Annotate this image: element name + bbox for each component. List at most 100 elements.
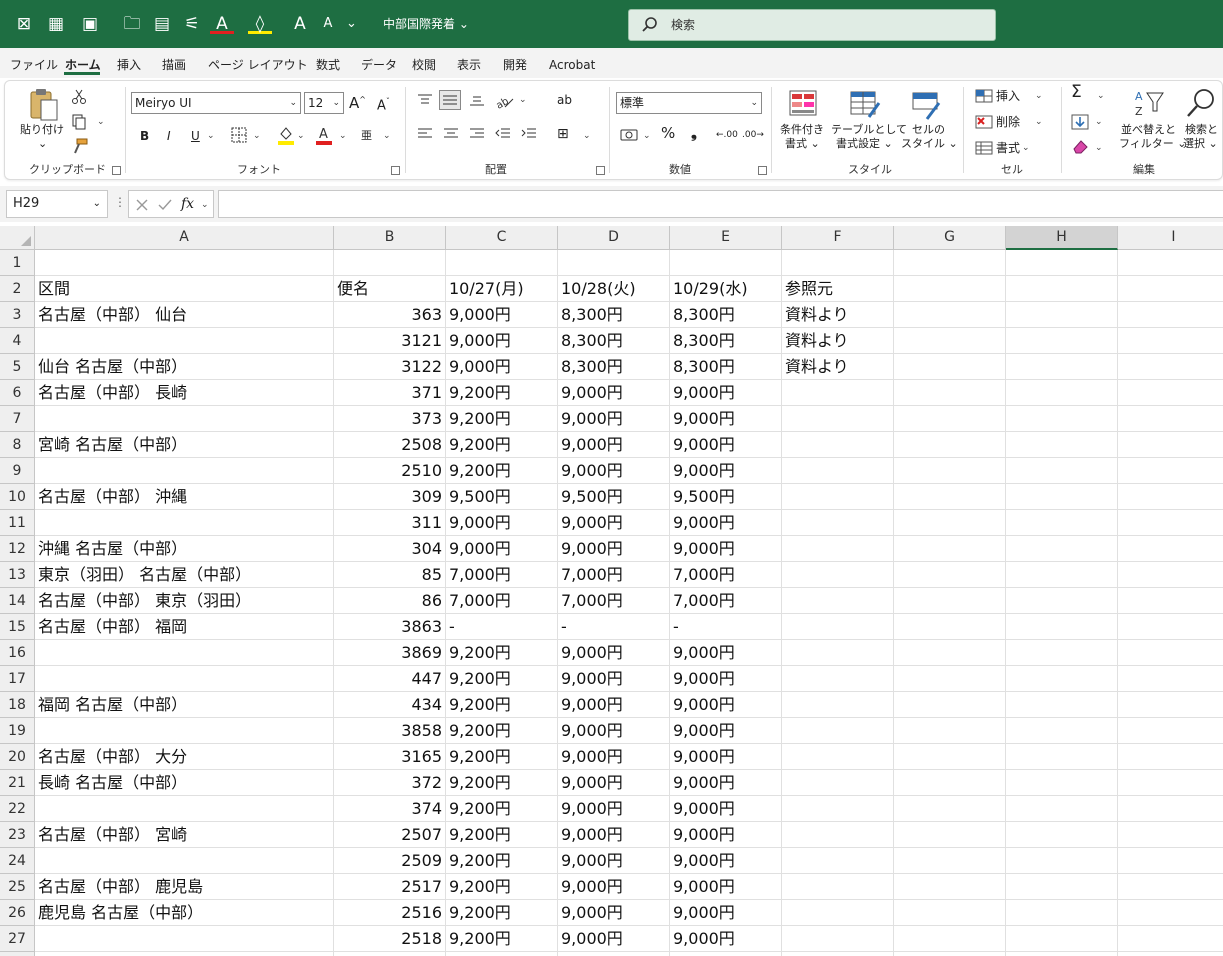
cell-c[interactable]: 9,200円 [446, 692, 558, 718]
cell-b[interactable]: 85 [334, 562, 446, 588]
row-header[interactable]: 3 [0, 302, 35, 328]
cell-h[interactable] [1006, 302, 1118, 328]
fill-icon[interactable] [1071, 114, 1089, 130]
decrease-indent-icon[interactable] [495, 127, 511, 141]
cell-i[interactable] [1118, 822, 1223, 848]
cell-e[interactable]: 9,000円 [670, 406, 782, 432]
cell-b[interactable]: 3121 [334, 328, 446, 354]
cell-f[interactable] [782, 822, 894, 848]
cell-c[interactable]: 9,200円 [446, 432, 558, 458]
cell-a[interactable]: 福岡 名古屋（中部） [35, 692, 334, 718]
cell-d[interactable]: 9,000円 [558, 406, 670, 432]
cell-b[interactable]: 309 [334, 484, 446, 510]
grow-font-button[interactable]: A^ [349, 93, 366, 111]
cell-e[interactable]: 9,000円 [670, 822, 782, 848]
cell-b[interactable]: 447 [334, 666, 446, 692]
cell-b[interactable]: 便名 [334, 276, 446, 302]
cell-g[interactable] [894, 328, 1006, 354]
cell-d[interactable]: 9,000円 [558, 718, 670, 744]
cell-d[interactable]: 9,000円 [558, 380, 670, 406]
comma-button[interactable]: ❟ [691, 126, 697, 141]
cell-a[interactable]: 区間 [35, 276, 334, 302]
cell-f[interactable] [782, 458, 894, 484]
cell-h[interactable] [1006, 406, 1118, 432]
cell-e[interactable] [670, 952, 782, 956]
italic-button[interactable]: I [167, 129, 171, 143]
border-icon[interactable] [231, 127, 247, 143]
cell-e[interactable]: 7,000円 [670, 588, 782, 614]
fill-color-icon[interactable] [277, 125, 295, 145]
sort-filter-button-line2[interactable]: フィルター ⌄ [1119, 137, 1187, 151]
row-header[interactable]: 1 [0, 250, 35, 276]
cell-f[interactable] [782, 380, 894, 406]
cell-h[interactable] [1006, 276, 1118, 302]
clear-format-icon[interactable]: ⚟ [182, 12, 202, 36]
cell-i[interactable] [1118, 848, 1223, 874]
cell-i[interactable] [1118, 484, 1223, 510]
cell-c[interactable]: 9,500円 [446, 484, 558, 510]
clipboard-launcher[interactable] [112, 166, 121, 175]
row-header[interactable]: 5 [0, 354, 35, 380]
cell-e[interactable] [670, 250, 782, 276]
cell-i[interactable] [1118, 302, 1223, 328]
cell-e[interactable]: 9,000円 [670, 848, 782, 874]
shrink-font-button[interactable]: Aˇ [377, 95, 390, 113]
cell-b[interactable]: 311 [334, 510, 446, 536]
cell-c[interactable]: 9,200円 [446, 848, 558, 874]
cell-g[interactable] [894, 614, 1006, 640]
cell-i[interactable] [1118, 588, 1223, 614]
find-select-button-line2[interactable]: 選択 ⌄ [1183, 137, 1218, 151]
tab-review[interactable]: 校閲 [412, 57, 436, 73]
cell-e[interactable]: 9,000円 [670, 510, 782, 536]
column-header-a[interactable]: A [35, 226, 334, 250]
cell-e[interactable]: 9,000円 [670, 770, 782, 796]
font-color-icon[interactable]: A [315, 125, 333, 145]
cell-b[interactable]: 373 [334, 406, 446, 432]
number-launcher[interactable] [758, 166, 767, 175]
cell-c[interactable]: 9,200円 [446, 458, 558, 484]
cell-c[interactable]: 9,200円 [446, 744, 558, 770]
insert-button[interactable]: 挿入 [996, 89, 1020, 103]
cell-f[interactable] [782, 588, 894, 614]
cell-i[interactable] [1118, 536, 1223, 562]
cell-h[interactable] [1006, 614, 1118, 640]
cell-f[interactable]: 参照元 [782, 276, 894, 302]
row-header[interactable]: 28 [0, 952, 35, 956]
cell-c[interactable]: 9,000円 [446, 302, 558, 328]
row-header[interactable]: 27 [0, 926, 35, 952]
cell-d[interactable]: 9,000円 [558, 536, 670, 562]
cell-f[interactable] [782, 770, 894, 796]
form-icon[interactable]: ▦ [46, 12, 66, 36]
cell-e[interactable]: 9,000円 [670, 874, 782, 900]
cell-f[interactable] [782, 874, 894, 900]
cell-h[interactable] [1006, 848, 1118, 874]
row-header[interactable]: 21 [0, 770, 35, 796]
copy-icon[interactable] [71, 114, 87, 130]
cell-a[interactable]: 沖縄 名古屋（中部） [35, 536, 334, 562]
row-header[interactable]: 18 [0, 692, 35, 718]
decrease-decimal-button[interactable]: .00→ [742, 128, 764, 142]
cell-d[interactable]: 8,300円 [558, 302, 670, 328]
cell-a[interactable]: 名古屋（中部） 沖縄 [35, 484, 334, 510]
clear-icon[interactable] [1071, 139, 1089, 155]
cell-a[interactable]: 名古屋（中部） 長崎 [35, 380, 334, 406]
cell-styles-button-line2[interactable]: スタイル ⌄ [901, 137, 958, 151]
cell-g[interactable] [894, 562, 1006, 588]
number-format-select[interactable]: 標準 ⌄ [616, 92, 762, 114]
cell-i[interactable] [1118, 692, 1223, 718]
cell-h[interactable] [1006, 536, 1118, 562]
cell-c[interactable]: 9,200円 [446, 406, 558, 432]
row-header[interactable]: 4 [0, 328, 35, 354]
cell-b[interactable]: 3869 [334, 640, 446, 666]
fill-caret[interactable]: ⌄ [1095, 113, 1103, 131]
cell-b[interactable]: 363 [334, 302, 446, 328]
cell-e[interactable]: 10/29(水) [670, 276, 782, 302]
cell-b[interactable]: 2507 [334, 822, 446, 848]
cell-g[interactable] [894, 406, 1006, 432]
cell-f[interactable] [782, 900, 894, 926]
cell-a[interactable] [35, 718, 334, 744]
cell-a[interactable] [35, 458, 334, 484]
conditional-format-icon[interactable] [788, 89, 818, 121]
cell-i[interactable] [1118, 510, 1223, 536]
row-header[interactable]: 13 [0, 562, 35, 588]
